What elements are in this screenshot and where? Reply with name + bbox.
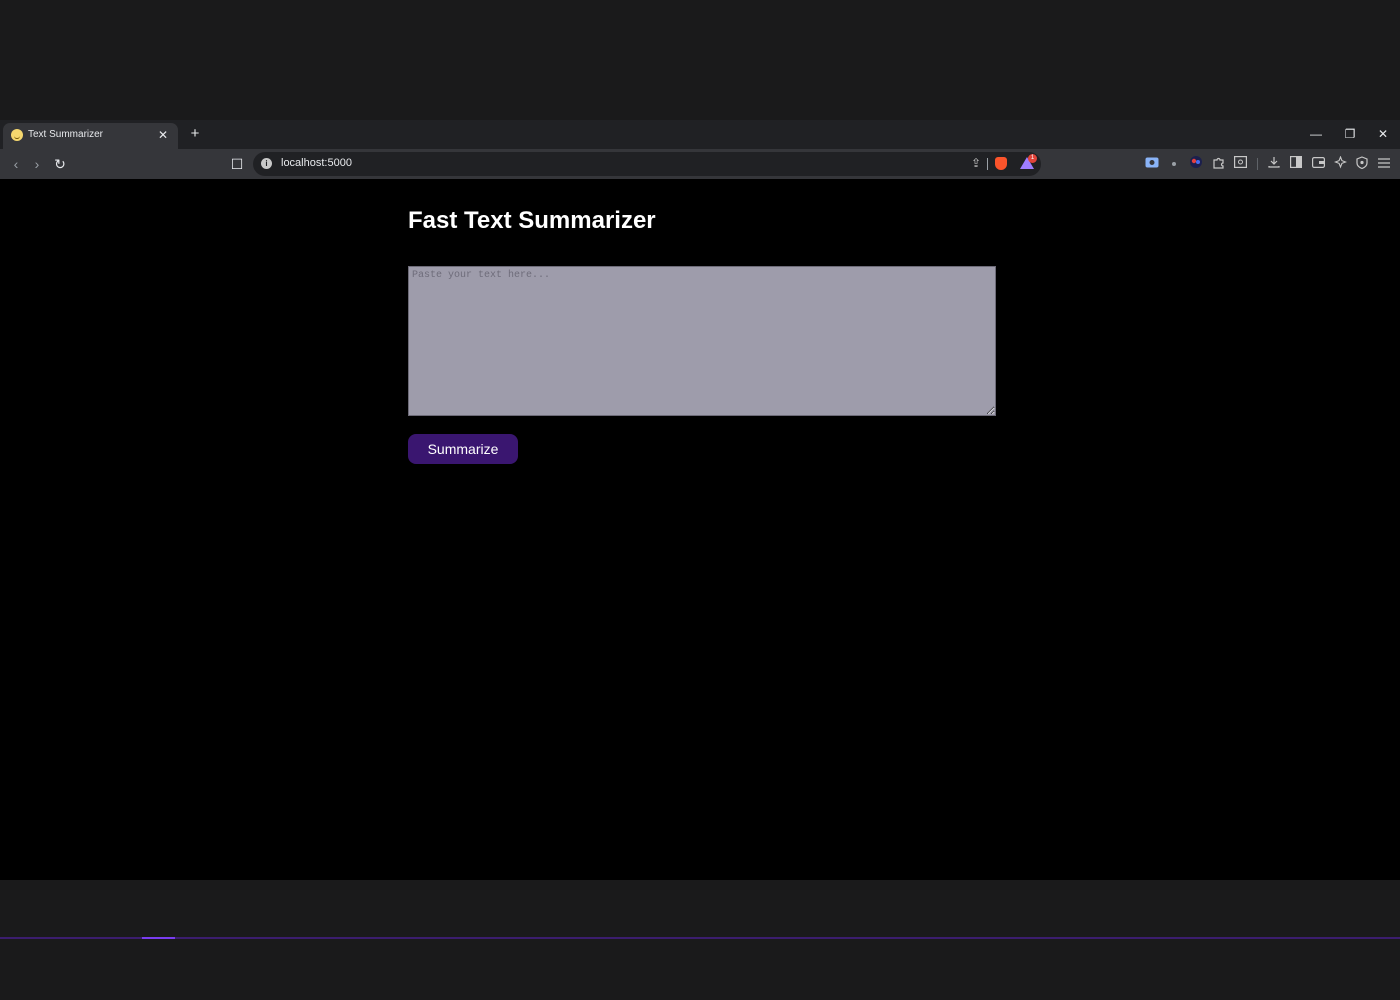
forward-icon[interactable]: ›: [27, 154, 47, 174]
tab-search-icon[interactable]: [1232, 156, 1248, 172]
new-tab-button[interactable]: +: [186, 125, 204, 143]
restore-button[interactable]: ❐: [1336, 124, 1364, 144]
brave-shields-icon[interactable]: [995, 157, 1007, 170]
bottom-accent-segment: [142, 937, 175, 939]
reload-icon[interactable]: ↻: [50, 154, 70, 174]
tab-close-icon[interactable]: ✕: [154, 126, 172, 144]
vpn-icon[interactable]: [1354, 156, 1370, 172]
divider: [987, 158, 988, 170]
rewards-badge: 1: [1028, 154, 1037, 163]
url-text[interactable]: localhost:5000: [281, 157, 352, 169]
page-title: Fast Text Summarizer: [408, 207, 656, 234]
screenshot-extension-icon[interactable]: [1144, 156, 1160, 172]
small-extension-icon[interactable]: [1166, 156, 1182, 172]
site-info-icon[interactable]: i: [261, 158, 272, 169]
browser-toolbar: ‹ › ↻ ☐ i localhost:5000 ⇪ 1: [0, 149, 1400, 179]
tab-title: Text Summarizer: [28, 129, 104, 140]
divider: [1257, 158, 1258, 170]
sidebar-icon[interactable]: [1288, 156, 1304, 172]
leo-icon[interactable]: [1332, 155, 1348, 172]
summarize-button[interactable]: Summarize: [408, 434, 518, 464]
tab-strip: Text Summarizer ✕ + — ❐ ✕: [0, 120, 1400, 149]
share-icon[interactable]: ⇪: [968, 155, 984, 171]
color-extension-icon[interactable]: [1188, 156, 1204, 172]
tab-text-summarizer[interactable]: Text Summarizer ✕: [3, 123, 178, 149]
back-icon[interactable]: ‹: [6, 154, 26, 174]
menu-icon[interactable]: [1376, 156, 1392, 172]
text-input[interactable]: [408, 266, 996, 416]
bottom-accent-line: [0, 937, 1400, 939]
download-icon[interactable]: [1266, 156, 1282, 172]
wallet-icon[interactable]: [1310, 156, 1326, 172]
close-window-button[interactable]: ✕: [1369, 124, 1397, 144]
extensions-puzzle-icon[interactable]: [1210, 156, 1226, 172]
bookmark-icon[interactable]: ☐: [227, 154, 247, 174]
page-content: Fast Text Summarizer Summarize: [0, 179, 1400, 939]
browser-window: Text Summarizer ✕ + — ❐ ✕ ‹ › ↻ ☐ i loca…: [0, 120, 1400, 939]
address-bar[interactable]: i localhost:5000 ⇪ 1: [253, 152, 1041, 176]
minimize-button[interactable]: —: [1302, 124, 1330, 144]
smiley-favicon-icon: [11, 129, 23, 141]
